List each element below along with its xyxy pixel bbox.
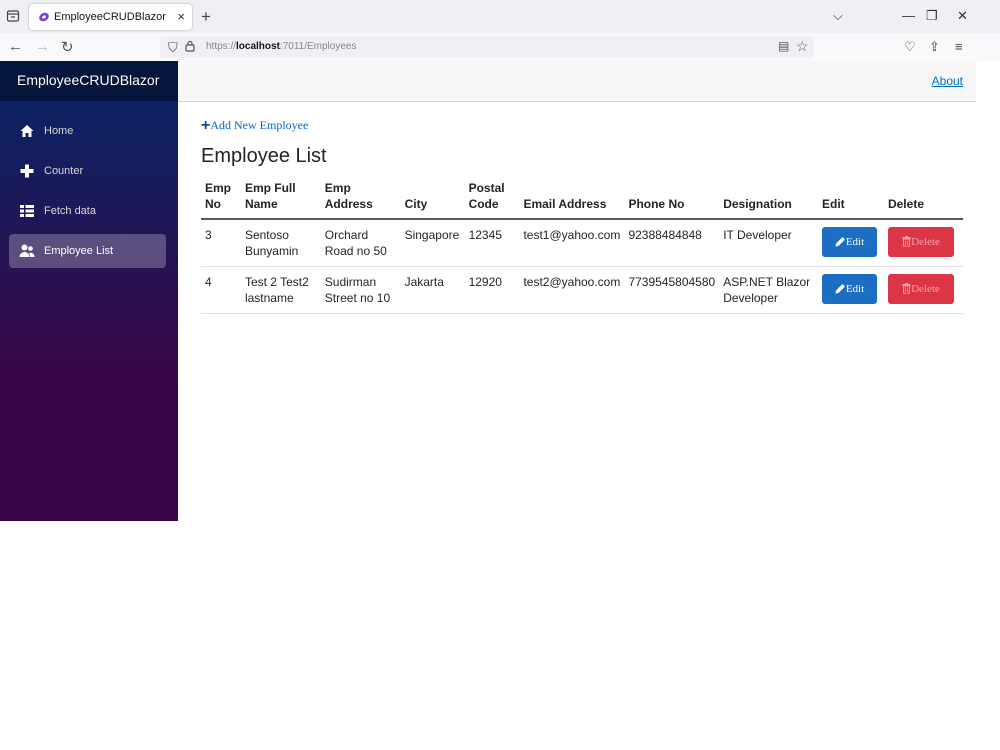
column-header-address: Emp Address: [320, 178, 401, 220]
sidebar-item-employee-list[interactable]: Employee List: [9, 234, 166, 268]
sidebar-item-home[interactable]: Home: [9, 114, 166, 148]
bookmark-star-icon[interactable]: ☆: [796, 38, 809, 55]
edit-label: Edit: [845, 236, 865, 248]
cell-delete: Delete: [883, 219, 963, 267]
reload-icon[interactable]: ↻: [61, 38, 74, 56]
cell-postal-code: 12920: [464, 266, 520, 314]
address-bar[interactable]: ⛉ https://localhost:7011/Employees ▤ ☆: [160, 36, 814, 58]
plus-icon: +: [201, 117, 211, 134]
trash-icon: [902, 236, 911, 248]
edit-label: Edit: [845, 282, 865, 295]
table-header: Emp No Emp Full Name Emp Address City Po…: [201, 178, 963, 220]
cell-city: Singapore: [400, 219, 465, 267]
delete-label: Delete: [911, 236, 940, 248]
sidebar-item-label: Counter: [44, 165, 84, 177]
cell-emp-no: 3: [201, 219, 241, 267]
column-header-full-name: Emp Full Name: [240, 178, 321, 220]
sidebar-item-fetch-data[interactable]: Fetch data: [9, 194, 166, 228]
url-host: localhost: [236, 41, 280, 52]
table-row: 3 Sentoso Bunyamin Orchard Road no 50 Si…: [201, 219, 963, 267]
forward-icon[interactable]: →: [35, 38, 50, 55]
brand-name[interactable]: EmployeeCRUDBlazor: [17, 72, 159, 88]
hamburger-menu-icon[interactable]: ≡: [955, 39, 963, 54]
cell-address: Sudirman Street no 10: [320, 266, 401, 314]
cell-postal-code: 12345: [464, 219, 520, 267]
restore-icon[interactable]: ❐: [926, 8, 938, 24]
window-close-icon[interactable]: ✕: [957, 8, 968, 24]
top-row: About: [178, 61, 976, 102]
browser-tab[interactable]: EmployeeCRUDBlazor ×: [29, 4, 192, 30]
back-icon[interactable]: ←: [8, 38, 23, 55]
url-prefix: https://: [206, 41, 237, 52]
cell-delete: Delete: [883, 266, 963, 314]
list-icon: [20, 205, 34, 217]
url-text[interactable]: https://localhost:7011/Employees: [206, 41, 356, 52]
cell-edit: Edit: [818, 266, 884, 314]
column-header-email: Email Address: [519, 178, 625, 220]
cell-city: Jakarta: [400, 266, 465, 314]
tracking-shield-icon[interactable]: ⛉: [168, 40, 178, 56]
sidebar-item-label: Employee List: [44, 245, 114, 257]
cell-designation: IT Developer: [719, 219, 818, 267]
page-title: Employee List: [201, 145, 327, 167]
table-row: 4 Test 2 Test2 lastname Sudirman Street …: [201, 266, 963, 314]
delete-label: Delete: [911, 282, 940, 295]
column-header-edit: Edit: [818, 178, 884, 220]
edit-button[interactable]: Edit: [822, 227, 877, 257]
cell-email: test1@yahoo.com: [519, 219, 625, 267]
window-menu-icon[interactable]: [6, 9, 20, 23]
column-header-city: City: [400, 178, 465, 220]
delete-button[interactable]: Delete: [887, 227, 954, 257]
lock-icon[interactable]: [185, 40, 195, 52]
new-tab-icon[interactable]: +: [201, 7, 211, 27]
cell-emp-no: 4: [201, 266, 241, 314]
trash-icon: [902, 282, 911, 294]
column-header-emp-no: Emp No: [201, 178, 241, 220]
cell-phone: 92388484848: [624, 219, 720, 267]
column-header-phone: Phone No: [624, 178, 720, 220]
about-link[interactable]: About: [932, 74, 963, 88]
pocket-icon[interactable]: ♡: [904, 39, 916, 55]
tab-title: EmployeeCRUDBlazor: [54, 11, 166, 23]
employee-table: Emp No Emp Full Name Emp Address City Po…: [201, 178, 963, 314]
reader-view-icon[interactable]: ▤: [778, 39, 789, 53]
add-new-employee-link[interactable]: +Add New Employee: [201, 116, 308, 134]
edit-button[interactable]: Edit: [822, 273, 877, 304]
url-path: :7011/Employees: [279, 41, 357, 52]
cell-edit: Edit: [818, 219, 884, 267]
plus-icon: [20, 164, 34, 178]
cell-full-name: Sentoso Bunyamin: [240, 219, 321, 267]
column-header-postal-code: Postal Code: [464, 178, 520, 220]
share-icon[interactable]: ⇪: [929, 39, 940, 55]
home-icon: [20, 125, 34, 137]
browser-nav-bar: ← → ↻ ⛉ https://localhost:7011/Employees…: [0, 33, 1000, 61]
sidebar-item-label: Home: [44, 125, 74, 137]
cell-phone: 7739545804580: [624, 266, 720, 314]
pencil-icon: [835, 237, 845, 247]
cell-address: Orchard Road no 50: [320, 219, 401, 267]
cell-full-name: Test 2 Test2 lastname: [240, 266, 321, 314]
browser-tab-bar: EmployeeCRUDBlazor × + ⌵ — ❐ ✕: [0, 0, 1000, 33]
sidebar-item-label: Fetch data: [44, 205, 96, 217]
cell-designation: ASP.NET Blazor Developer: [719, 266, 818, 314]
column-header-designation: Designation: [719, 178, 818, 220]
delete-button[interactable]: Delete: [887, 273, 954, 304]
tab-close-icon[interactable]: ×: [177, 9, 185, 24]
tab-list-chevron-icon[interactable]: ⌵: [833, 8, 843, 24]
add-new-employee-label: Add New Employee: [210, 118, 309, 132]
minimize-icon[interactable]: —: [902, 8, 915, 23]
brand-bar: EmployeeCRUDBlazor: [0, 61, 178, 101]
blazor-favicon-icon: [39, 12, 49, 22]
column-header-delete: Delete: [883, 178, 963, 220]
pencil-icon: [835, 283, 845, 293]
sidebar-item-counter[interactable]: Counter: [9, 154, 166, 188]
people-icon: [19, 244, 35, 257]
cell-email: test2@yahoo.com: [519, 266, 625, 314]
sidebar: EmployeeCRUDBlazor Home Counter Fetch da…: [0, 61, 178, 521]
